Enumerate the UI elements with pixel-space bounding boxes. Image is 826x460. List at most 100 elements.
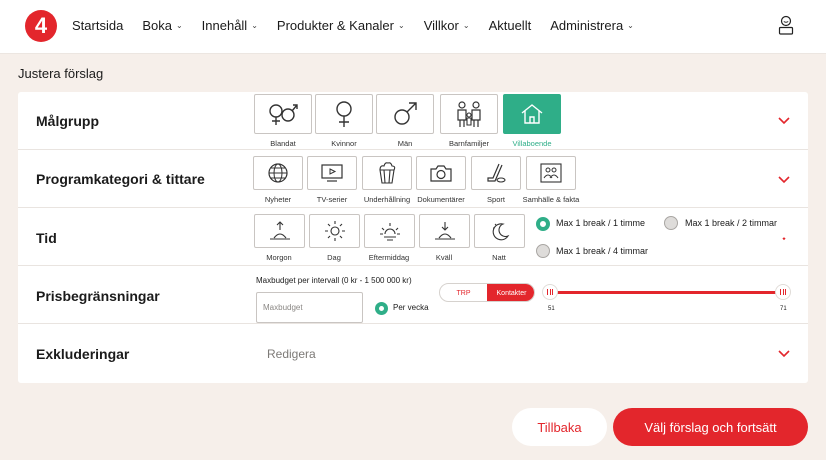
range-slider-max-handle[interactable] xyxy=(776,285,790,299)
male-icon xyxy=(394,102,417,125)
select-proposal-button[interactable]: Välj förslag och fortsätt xyxy=(613,408,808,446)
edit-exclusions-link[interactable]: Redigera xyxy=(267,347,316,361)
break-option-label: Max 1 break / 1 timme xyxy=(556,218,646,228)
camera-icon xyxy=(430,165,452,182)
back-button[interactable]: Tillbaka xyxy=(512,408,607,446)
maxbudget-input[interactable] xyxy=(256,292,363,323)
tile-label: Eftermiddag xyxy=(368,253,410,262)
moon-icon xyxy=(492,223,509,241)
mixed-gender-icon xyxy=(269,104,298,125)
row-label: Prisbegränsningar xyxy=(36,288,160,304)
tile-label: Sport xyxy=(487,195,505,204)
time-eftermiddag[interactable] xyxy=(364,214,415,248)
range-slider-min-handle[interactable] xyxy=(543,285,557,299)
range-slider-track[interactable] xyxy=(549,291,786,294)
globe-icon xyxy=(268,163,288,183)
people-picture-icon xyxy=(540,163,562,183)
maxbudget-label: Maxbudget per intervall (0 kr - 1 500 00… xyxy=(256,276,412,285)
tile-label: Blandat xyxy=(270,139,296,148)
target-group-barnfamiljer[interactable] xyxy=(440,94,498,134)
break-option-2h-radio[interactable] xyxy=(664,216,678,230)
tile-label: Samhälle & fakta xyxy=(522,195,580,204)
tile-label: Morgon xyxy=(266,253,292,262)
time-kvall[interactable] xyxy=(419,214,470,248)
tile-label: Kväll xyxy=(435,253,453,262)
category-dokumentarer[interactable] xyxy=(416,156,466,190)
target-group-man[interactable] xyxy=(376,94,434,134)
tile-label: Män xyxy=(397,139,413,148)
category-sport[interactable] xyxy=(471,156,521,190)
tile-label: Barnfamiljer xyxy=(448,139,489,148)
house-icon xyxy=(521,104,543,124)
nav-item-label: Innehåll xyxy=(201,18,248,33)
tv4-logo[interactable]: 4 xyxy=(25,10,57,42)
tile-label: Underhållning xyxy=(363,195,411,204)
afternoon-icon xyxy=(379,223,400,241)
target-group-villaboende[interactable] xyxy=(503,94,561,134)
toggle-kontakter[interactable]: Kontakter xyxy=(487,284,534,301)
row-exkluderingar[interactable]: Exkluderingar xyxy=(18,324,808,383)
category-nyheter[interactable] xyxy=(253,156,303,190)
page-title: Justera förslag xyxy=(18,66,104,81)
target-group-blandat[interactable] xyxy=(254,94,312,134)
category-samhalle[interactable] xyxy=(526,156,576,190)
nav-item-villkor[interactable]: Villkor ⌄ xyxy=(424,18,470,33)
sun-icon xyxy=(324,221,345,241)
chevron-down-icon[interactable] xyxy=(778,350,790,358)
slider-max-value: 71 xyxy=(780,306,787,312)
break-option-1h-radio[interactable] xyxy=(536,217,550,231)
tile-label: Nyheter xyxy=(264,195,292,204)
per-week-radio[interactable] xyxy=(375,302,388,315)
hockey-icon xyxy=(487,163,506,183)
nav-item-label: Administrera xyxy=(550,18,624,33)
nav-item-label: Villkor xyxy=(423,18,459,33)
time-dag[interactable] xyxy=(309,214,360,248)
trp-contacts-toggle: TRP Kontakter xyxy=(439,283,535,302)
nav-item-boka[interactable]: Boka ⌄ xyxy=(142,18,182,33)
chevron-down-icon: ⌄ xyxy=(462,21,470,30)
nav-item-aktuellt[interactable]: Aktuellt xyxy=(489,18,532,33)
user-icon[interactable] xyxy=(777,15,795,35)
time-morgon[interactable] xyxy=(254,214,305,248)
sunset-icon xyxy=(434,222,455,240)
chevron-down-icon[interactable] xyxy=(778,117,790,125)
chevron-down-icon: ⌄ xyxy=(397,21,405,30)
nav-item-administrera[interactable]: Administrera ⌄ xyxy=(550,18,634,33)
popcorn-icon xyxy=(379,162,396,184)
nav-item-label: Aktuellt xyxy=(488,18,532,33)
nav-item-produkter[interactable]: Produkter & Kanaler ⌄ xyxy=(277,18,405,33)
time-natt[interactable] xyxy=(474,214,525,248)
chevron-down-icon[interactable] xyxy=(778,235,790,243)
break-option-label: Max 1 break / 4 timmar xyxy=(556,246,649,256)
toggle-trp[interactable]: TRP xyxy=(440,284,487,301)
nav-item-innehall[interactable]: Innehåll ⌄ xyxy=(202,18,258,33)
target-group-kvinnor[interactable] xyxy=(315,94,373,134)
female-icon xyxy=(336,101,352,127)
nav-item-label: Startsida xyxy=(72,18,124,33)
row-label: Tid xyxy=(36,230,57,246)
row-label: Programkategori & tittare xyxy=(36,171,205,187)
tile-label: Dag xyxy=(327,253,341,262)
chevron-down-icon[interactable] xyxy=(778,176,790,184)
row-prisbegransningar[interactable]: Prisbegränsningar xyxy=(18,266,808,324)
adjust-card: Målgrupp Programkategori & tittare Tid P… xyxy=(18,92,808,383)
nav-item-startsida[interactable]: Startsida xyxy=(72,18,123,33)
family-icon xyxy=(457,101,481,127)
row-label: Målgrupp xyxy=(36,113,99,129)
chevron-down-icon: ⌄ xyxy=(251,21,258,30)
nav-item-label: Produkter & Kanaler xyxy=(276,18,394,33)
tile-label: Villaboende xyxy=(512,139,552,148)
top-navigation: 4 Startsida Boka ⌄ Innehåll ⌄ Produkter & … xyxy=(0,0,826,54)
sunrise-icon xyxy=(269,221,290,240)
main-nav: Startsida Boka ⌄ Innehåll ⌄ Produkter & Ka… xyxy=(72,18,653,33)
slider-min-value: 51 xyxy=(548,306,555,312)
chevron-down-icon: ⌄ xyxy=(627,21,634,30)
category-tv-serier[interactable] xyxy=(307,156,357,190)
nav-item-label: Boka xyxy=(142,18,172,33)
tile-label: Dokumentärer xyxy=(417,195,465,204)
category-underhallning[interactable] xyxy=(362,156,412,190)
row-label: Exkluderingar xyxy=(36,346,130,362)
tile-label: Kvinnor xyxy=(331,139,357,148)
tv-icon xyxy=(321,164,343,182)
break-option-4h-radio[interactable] xyxy=(536,244,550,258)
